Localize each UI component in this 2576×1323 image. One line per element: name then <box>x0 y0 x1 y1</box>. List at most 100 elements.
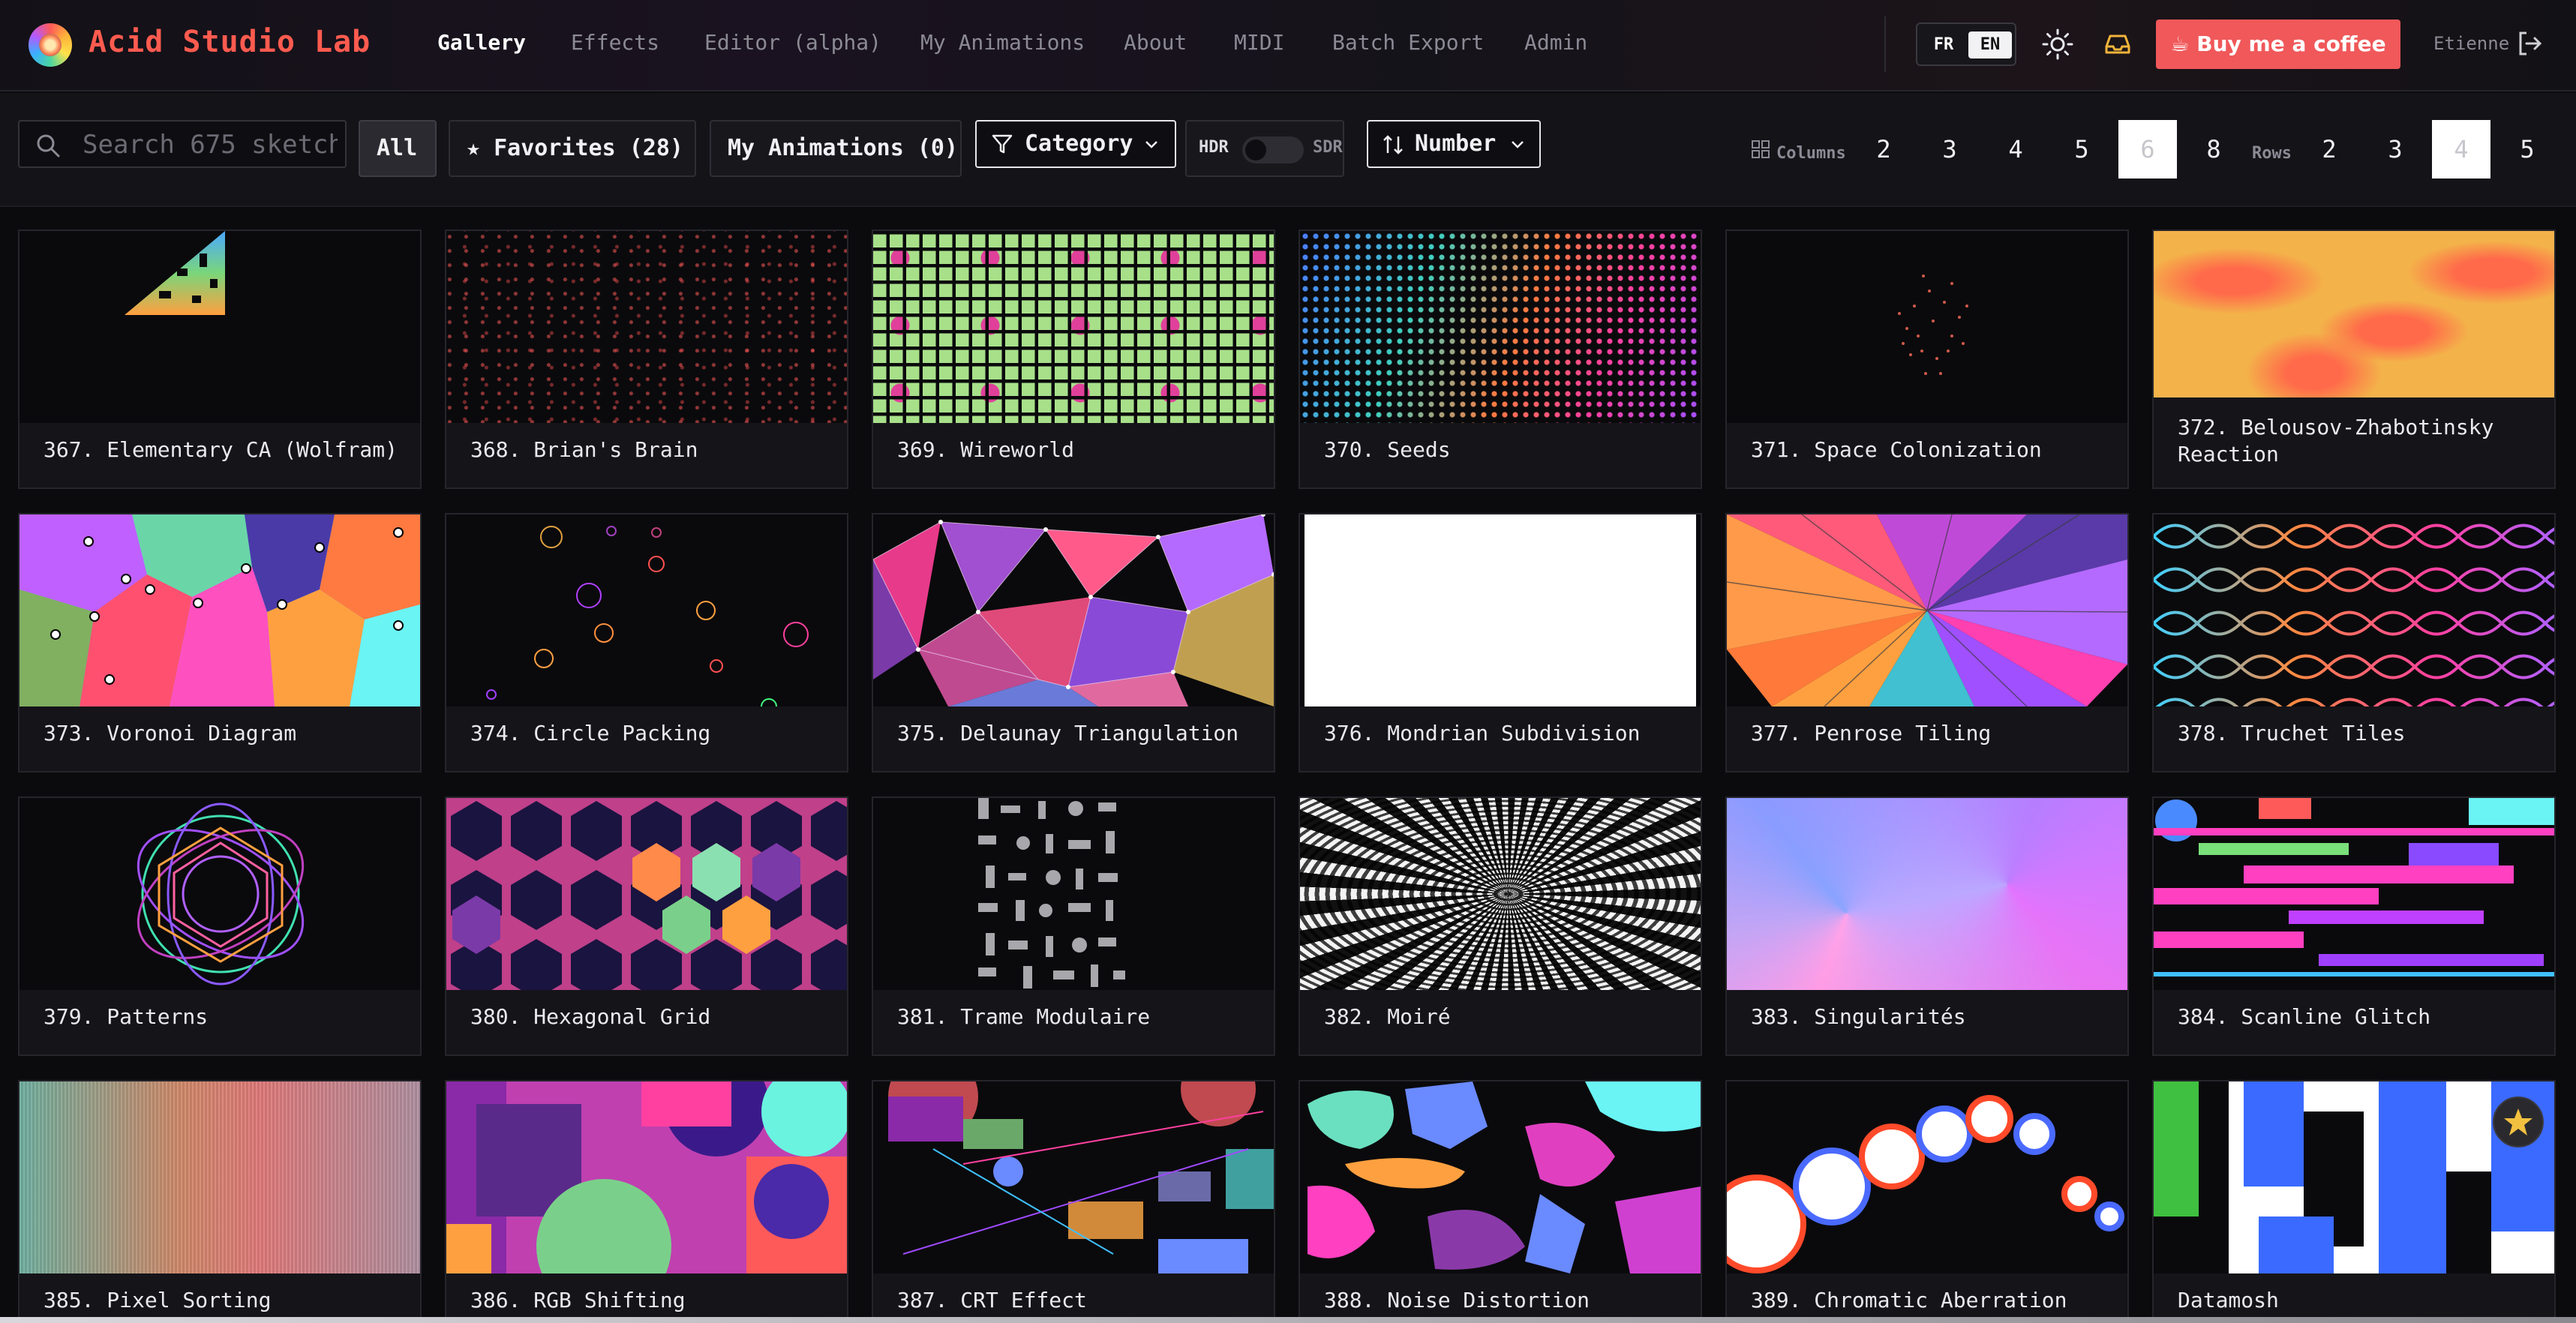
sketch-thumbnail <box>1300 514 1701 706</box>
search-input[interactable] <box>83 130 338 159</box>
sketch-card[interactable]: 389. Chromatic Aberration <box>1725 1080 2129 1323</box>
brand-name[interactable]: Acid Studio Lab <box>89 25 371 59</box>
filter-icon <box>992 134 1013 154</box>
sketch-card[interactable]: 378. Truchet Tiles <box>2152 513 2556 772</box>
sketch-title: 383. Singularités <box>1751 1004 1966 1029</box>
horizontal-scrollbar[interactable] <box>0 1317 2576 1323</box>
sketch-card[interactable]: 369. Wireworld <box>872 230 1275 489</box>
lang-fr-button[interactable]: FR <box>1922 32 1965 58</box>
sketch-title: 386. RGB Shifting <box>470 1288 686 1312</box>
logo-icon[interactable] <box>29 23 72 67</box>
sketch-title: 380. Hexagonal Grid <box>470 1004 711 1029</box>
nav-gallery[interactable]: Gallery <box>437 30 526 55</box>
sketch-title: 374. Circle Packing <box>470 721 711 746</box>
sun-icon <box>2042 28 2073 60</box>
sketch-card[interactable]: 371. Space Colonization <box>1725 230 2129 489</box>
sketch-card[interactable]: 381. Trame Modulaire <box>872 796 1275 1056</box>
nav-admin[interactable]: Admin <box>1524 30 1587 55</box>
columns-option-8[interactable]: 8 <box>2184 120 2243 178</box>
sketch-thumbnail <box>2154 514 2554 706</box>
sketch-card[interactable]: 373. Voronoi Diagram <box>18 513 422 772</box>
favorite-button[interactable] <box>2493 1096 2544 1148</box>
sketch-title: 377. Penrose Tiling <box>1751 721 1992 746</box>
inbox-icon <box>2105 34 2130 54</box>
sketch-card[interactable]: 382. Moiré <box>1299 796 1702 1056</box>
sketch-card[interactable]: 370. Seeds <box>1299 230 1702 489</box>
sketch-card[interactable]: 385. Pixel Sorting <box>18 1080 422 1323</box>
sketch-card[interactable]: 387. CRT Effect <box>872 1080 1275 1323</box>
rows-option-3[interactable]: 3 <box>2366 120 2424 178</box>
logout-button[interactable] <box>2514 28 2549 63</box>
sketch-card[interactable]: 367. Elementary CA (Wolfram) <box>18 230 422 489</box>
sketch-title: 368. Brian's Brain <box>470 437 698 462</box>
sketch-card[interactable]: 368. Brian's Brain <box>445 230 848 489</box>
mondrian-canvas <box>1305 514 1696 706</box>
sort-icon <box>1383 135 1403 154</box>
sketch-card[interactable]: 372. Belousov-Zhabotinsky Reaction <box>2152 230 2556 489</box>
sketch-thumbnail <box>446 798 847 990</box>
buy-coffee-button[interactable]: ☕ Buy me a coffee <box>2156 20 2400 69</box>
sketch-card[interactable]: Datamosh <box>2152 1080 2556 1323</box>
hdr-label: HDR <box>1199 138 1229 157</box>
sketch-title: 387. CRT Effect <box>897 1288 1087 1312</box>
nav-my-animations[interactable]: My Animations <box>920 30 1085 55</box>
sketch-card[interactable]: 377. Penrose Tiling <box>1725 513 2129 772</box>
category-label: Category <box>1025 130 1133 157</box>
rows-option-4[interactable]: 4 <box>2432 120 2490 178</box>
theme-toggle-button[interactable] <box>2040 27 2075 62</box>
lang-en-button[interactable]: EN <box>1968 32 2012 58</box>
sketch-card[interactable]: 375. Delaunay Triangulation <box>872 513 1275 772</box>
nav-about[interactable]: About <box>1124 30 1187 55</box>
storage-button[interactable] <box>2100 27 2135 62</box>
nav-editor[interactable]: Editor (alpha) <box>704 30 881 55</box>
search-icon <box>37 134 60 158</box>
nav-midi[interactable]: MIDI <box>1234 30 1284 55</box>
sketch-card[interactable]: 384. Scanline Glitch <box>2152 796 2556 1056</box>
sketch-thumbnail <box>20 231 420 423</box>
sketch-title: Datamosh <box>2178 1288 2279 1312</box>
sketch-thumbnail <box>1727 798 2127 990</box>
sketch-title: 378. Truchet Tiles <box>2178 721 2406 746</box>
sketch-card[interactable]: 376. Mondrian Subdivision <box>1299 513 1702 772</box>
sketch-title: 367. Elementary CA (Wolfram) <box>44 437 398 462</box>
sketch-card[interactable]: 374. Circle Packing <box>445 513 848 772</box>
rows-label: Rows <box>2252 144 2292 163</box>
sketch-title: 371. Space Colonization <box>1751 437 2042 462</box>
sketch-card[interactable]: 379. Patterns <box>18 796 422 1056</box>
language-switch[interactable]: FR EN <box>1916 22 2016 66</box>
sketch-card[interactable]: 380. Hexagonal Grid <box>445 796 848 1056</box>
sketch-title: 381. Trame Modulaire <box>897 1004 1151 1029</box>
nav-batch-export[interactable]: Batch Export <box>1332 30 1484 55</box>
sketch-title: 373. Voronoi Diagram <box>44 721 297 746</box>
pixel-noise-overlay <box>20 1082 420 1274</box>
columns-option-3[interactable]: 3 <box>1920 120 1979 178</box>
sketch-thumbnail <box>20 1082 420 1274</box>
filter-my-animations-button[interactable]: My Animations (0) <box>710 120 962 177</box>
filter-favorites-button[interactable]: ★ Favorites (28) <box>449 120 696 177</box>
sdr-label: SDR <box>1313 138 1343 157</box>
sketch-thumbnail <box>446 514 847 706</box>
sketch-thumbnail <box>1727 514 2127 706</box>
sketch-card[interactable]: 383. Singularités <box>1725 796 2129 1056</box>
sketch-thumbnail <box>1727 1082 2127 1274</box>
columns-option-5[interactable]: 5 <box>2052 120 2111 178</box>
hdr-switch[interactable] <box>1242 136 1304 164</box>
search-box[interactable] <box>18 120 347 168</box>
category-dropdown[interactable]: Category <box>975 120 1176 168</box>
rows-option-5[interactable]: 5 <box>2498 120 2556 178</box>
chevron-down-icon <box>1145 141 1157 148</box>
hdr-sdr-toggle[interactable]: HDR SDR <box>1185 120 1344 177</box>
filter-all-button[interactable]: All <box>359 120 437 177</box>
columns-option-2[interactable]: 2 <box>1854 120 1913 178</box>
sketch-title: 388. Noise Distortion <box>1324 1288 1590 1312</box>
rows-option-2[interactable]: 2 <box>2300 120 2358 178</box>
sketch-thumbnail <box>20 798 420 990</box>
sketch-thumbnail <box>1727 231 2127 423</box>
sketch-card[interactable]: 386. RGB Shifting <box>445 1080 848 1323</box>
gallery-toolbar: All ★ Favorites (28) My Animations (0) C… <box>0 93 2576 207</box>
columns-option-6[interactable]: 6 <box>2118 120 2177 178</box>
columns-option-4[interactable]: 4 <box>1986 120 2045 178</box>
nav-effects[interactable]: Effects <box>571 30 659 55</box>
sketch-card[interactable]: 388. Noise Distortion <box>1299 1080 1702 1323</box>
sort-dropdown[interactable]: Number <box>1367 120 1541 168</box>
